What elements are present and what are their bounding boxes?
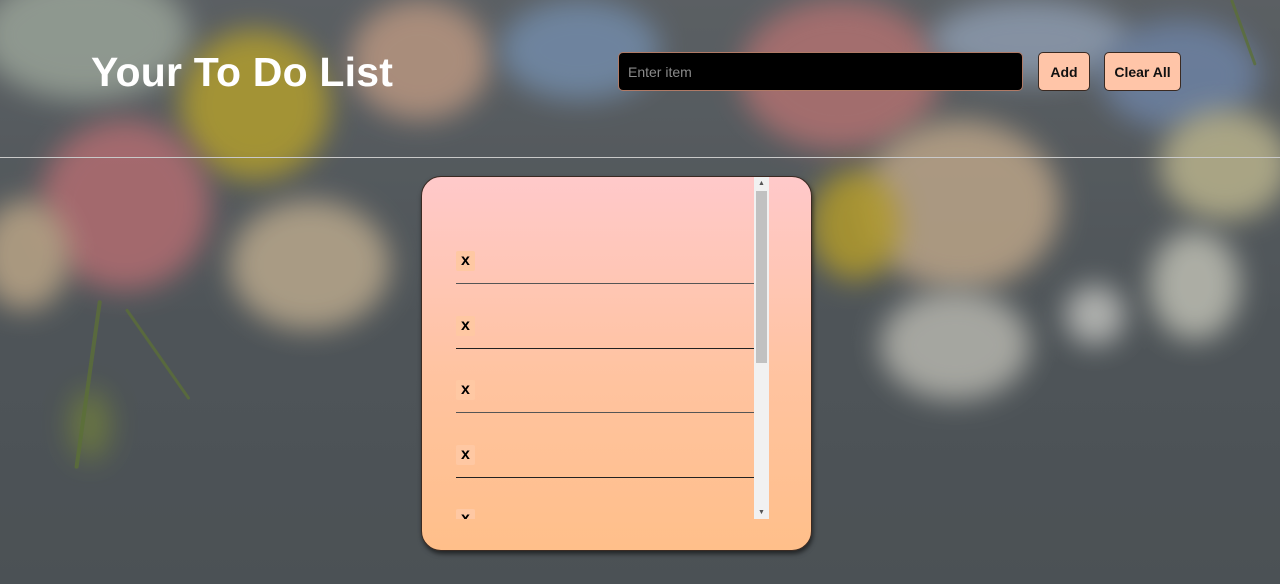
clear-all-button[interactable]: Clear All bbox=[1104, 52, 1181, 91]
delete-item-button[interactable]: x bbox=[456, 316, 475, 336]
page-title: Your To Do List bbox=[91, 49, 394, 95]
delete-item-button[interactable]: x bbox=[456, 445, 475, 465]
scrollbar-thumb[interactable] bbox=[756, 191, 767, 363]
list-item: x bbox=[456, 437, 754, 478]
list-item: x bbox=[456, 372, 754, 413]
list-item: x bbox=[456, 308, 754, 349]
delete-item-button[interactable]: x bbox=[456, 251, 475, 271]
triangle-down-icon[interactable]: ▼ bbox=[754, 506, 769, 519]
todo-list-card: x x x x x ▲ ▼ bbox=[421, 176, 812, 551]
delete-item-button[interactable]: x bbox=[456, 380, 475, 400]
item-input[interactable] bbox=[618, 52, 1023, 91]
delete-item-button[interactable]: x bbox=[456, 509, 475, 519]
list-scrollbar[interactable]: ▲ ▼ bbox=[754, 177, 769, 519]
list-item: x bbox=[456, 243, 754, 284]
todo-list[interactable]: x x x x x ▲ ▼ bbox=[422, 177, 769, 519]
add-button[interactable]: Add bbox=[1038, 52, 1090, 91]
triangle-up-icon[interactable]: ▲ bbox=[754, 177, 769, 190]
header-divider bbox=[0, 157, 1280, 158]
list-item: x bbox=[456, 501, 754, 519]
